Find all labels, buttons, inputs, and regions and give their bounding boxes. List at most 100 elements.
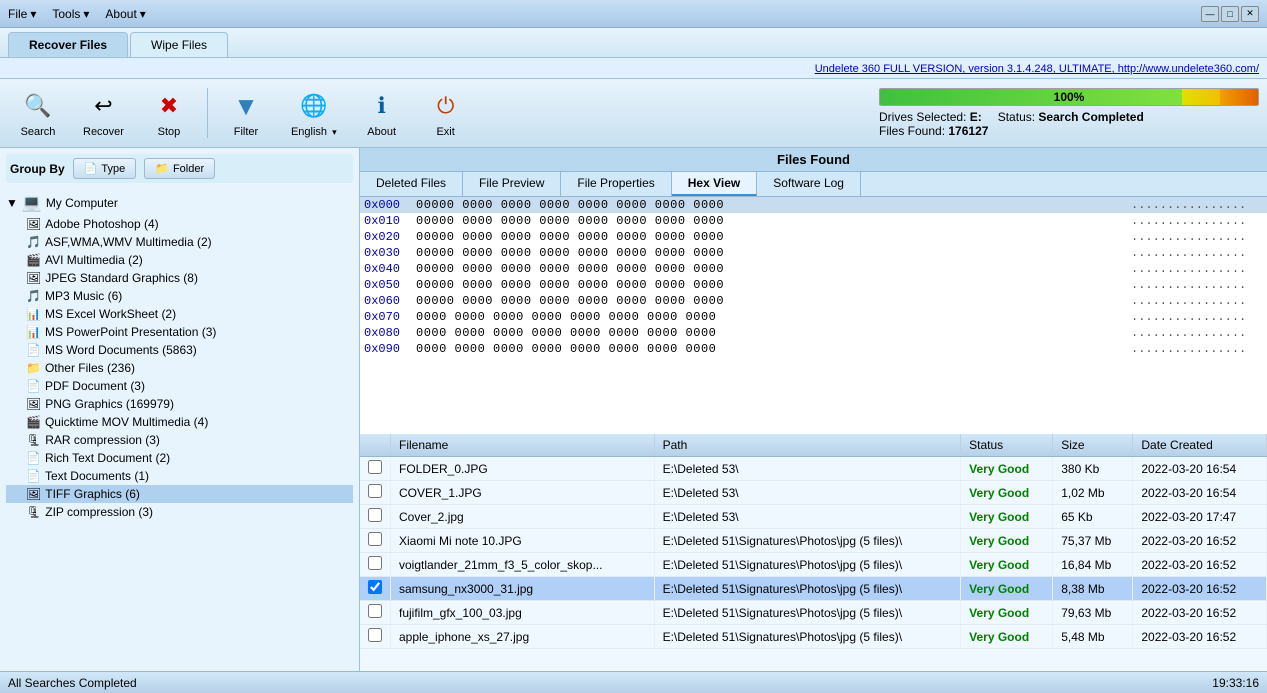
col-status[interactable]: Status [961,434,1053,457]
sidebar-item-16[interactable]: 🗜ZIP compression (3) [6,503,353,521]
tree-item-icon: 📄 [26,451,41,465]
minimize-button[interactable]: — [1201,6,1219,22]
cell-checkbox[interactable] [360,577,391,601]
sidebar-item-14[interactable]: 📄Text Documents (1) [6,467,353,485]
col-filename[interactable]: Filename [391,434,655,457]
cell-checkbox[interactable] [360,625,391,649]
tab-file-preview[interactable]: File Preview [463,172,561,196]
tree-item-icon: 🖼 [26,487,41,501]
tab-wipe-files[interactable]: Wipe Files [130,32,228,57]
stop-label: Stop [158,126,181,138]
view-tabs: Deleted Files File Preview File Properti… [360,172,1267,197]
cell-size: 79,63 Mb [1053,601,1133,625]
recover-icon: ↩ [85,88,121,124]
sidebar-item-8[interactable]: 📁Other Files (236) [6,359,353,377]
tab-hex-view[interactable]: Hex View [672,172,757,196]
hex-row-4[interactable]: 0x04000000 0000 0000 0000 0000 0000 0000… [360,261,1267,277]
sidebar-item-13[interactable]: 📄Rich Text Document (2) [6,449,353,467]
cell-checkbox[interactable] [360,505,391,529]
table-row-6[interactable]: fujifilm_gfx_100_03.jpg E:\Deleted 51\Si… [360,601,1267,625]
hex-addr: 0x090 [364,342,416,356]
hex-row-8[interactable]: 0x0800000 0000 0000 0000 0000 0000 0000 … [360,325,1267,341]
tree-item-label: Text Documents (1) [45,469,149,483]
cell-checkbox[interactable] [360,457,391,481]
sidebar-item-3[interactable]: 🖼JPEG Standard Graphics (8) [6,269,353,287]
group-by-folder-button[interactable]: 📁 Folder [144,158,215,179]
sidebar-item-0[interactable]: 🖼Adobe Photoshop (4) [6,215,353,233]
menu-file[interactable]: File ▾ [8,7,36,21]
table-row-3[interactable]: Xiaomi Mi note 10.JPG E:\Deleted 51\Sign… [360,529,1267,553]
sidebar-item-11[interactable]: 🎬Quicktime MOV Multimedia (4) [6,413,353,431]
sidebar-item-9[interactable]: 📄PDF Document (3) [6,377,353,395]
tree-item-label: Adobe Photoshop (4) [45,217,158,231]
sidebar-item-10[interactable]: 🖼PNG Graphics (169979) [6,395,353,413]
sidebar-item-1[interactable]: 🎵ASF,WMA,WMV Multimedia (2) [6,233,353,251]
tab-deleted-files[interactable]: Deleted Files [360,172,463,196]
hex-row-3[interactable]: 0x03000000 0000 0000 0000 0000 0000 0000… [360,245,1267,261]
window-controls: — □ ✕ [1201,6,1259,22]
tab-software-log[interactable]: Software Log [757,172,861,196]
hex-row-2[interactable]: 0x02000000 0000 0000 0000 0000 0000 0000… [360,229,1267,245]
cell-checkbox[interactable] [360,529,391,553]
sidebar-item-4[interactable]: 🎵MP3 Music (6) [6,287,353,305]
hex-row-0[interactable]: 0x00000000 0000 0000 0000 0000 0000 0000… [360,197,1267,213]
sidebar-item-12[interactable]: 🗜RAR compression (3) [6,431,353,449]
hex-addr: 0x080 [364,326,416,340]
cell-date: 2022-03-20 16:52 [1133,553,1267,577]
table-row-1[interactable]: COVER_1.JPG E:\Deleted 53\ Very Good 1,0… [360,481,1267,505]
hex-row-9[interactable]: 0x0900000 0000 0000 0000 0000 0000 0000 … [360,341,1267,357]
exit-button[interactable]: ⏻ Exit [416,83,476,143]
table-row-5[interactable]: samsung_nx3000_31.jpg E:\Deleted 51\Sign… [360,577,1267,601]
stop-button[interactable]: ✖ Stop [139,83,199,143]
maximize-button[interactable]: □ [1221,6,1239,22]
hex-addr: 0x060 [364,294,416,308]
tree-item-icon: 🎬 [26,415,41,429]
status-panel: 100% Drives Selected: E: Status: Search … [879,88,1259,138]
search-button[interactable]: 🔍 Search [8,83,68,143]
cell-date: 2022-03-20 16:52 [1133,601,1267,625]
menu-about[interactable]: About ▾ [105,7,145,21]
sidebar-item-15[interactable]: 🖼TIFF Graphics (6) [6,485,353,503]
group-by-type-button[interactable]: 📄 Type [73,158,137,179]
table-row-2[interactable]: Cover_2.jpg E:\Deleted 53\ Very Good 65 … [360,505,1267,529]
cell-checkbox[interactable] [360,481,391,505]
sidebar-item-7[interactable]: 📄MS Word Documents (5863) [6,341,353,359]
about-button[interactable]: ℹ About [352,83,412,143]
tab-recover-files[interactable]: Recover Files [8,32,128,57]
tree-item-icon: 🎵 [26,289,41,303]
tree-item-label: RAR compression (3) [45,433,160,447]
table-row-7[interactable]: apple_iphone_xs_27.jpg E:\Deleted 51\Sig… [360,625,1267,649]
col-date[interactable]: Date Created [1133,434,1267,457]
app-link[interactable]: Undelete 360 FULL VERSION, version 3.1.4… [815,63,1259,75]
language-button[interactable]: 🌐 English ▾ [280,83,348,143]
menu-tools[interactable]: Tools ▾ [52,7,89,21]
filter-button[interactable]: ▼ Filter [216,83,276,143]
col-size[interactable]: Size [1053,434,1133,457]
cell-checkbox[interactable] [360,601,391,625]
hex-row-5[interactable]: 0x05000000 0000 0000 0000 0000 0000 0000… [360,277,1267,293]
stop-icon: ✖ [151,88,187,124]
recover-button[interactable]: ↩ Recover [72,83,135,143]
tree-item-label: ZIP compression (3) [45,505,153,519]
hex-row-1[interactable]: 0x01000000 0000 0000 0000 0000 0000 0000… [360,213,1267,229]
cell-path: E:\Deleted 51\Signatures\Photos\jpg (5 f… [654,625,961,649]
cell-path: E:\Deleted 51\Signatures\Photos\jpg (5 f… [654,529,961,553]
hex-view[interactable]: 0x00000000 0000 0000 0000 0000 0000 0000… [360,197,1267,434]
cell-filename: Xiaomi Mi note 10.JPG [391,529,655,553]
sidebar-item-2[interactable]: 🎬AVI Multimedia (2) [6,251,353,269]
table-row-4[interactable]: voigtlander_21mm_f3_5_color_skop... E:\D… [360,553,1267,577]
sidebar-item-5[interactable]: 📊MS Excel WorkSheet (2) [6,305,353,323]
close-button[interactable]: ✕ [1241,6,1259,22]
language-icon: 🌐 [296,88,332,124]
tree-root-my-computer[interactable]: ▼ 💻 My Computer [6,191,353,215]
statusbar-time: 19:33:16 [1212,676,1259,690]
col-path[interactable]: Path [654,434,961,457]
hex-addr: 0x020 [364,230,416,244]
table-row-0[interactable]: FOLDER_0.JPG E:\Deleted 53\ Very Good 38… [360,457,1267,481]
col-checkbox [360,434,391,457]
hex-row-7[interactable]: 0x0700000 0000 0000 0000 0000 0000 0000 … [360,309,1267,325]
hex-row-6[interactable]: 0x06000000 0000 0000 0000 0000 0000 0000… [360,293,1267,309]
cell-checkbox[interactable] [360,553,391,577]
tab-file-properties[interactable]: File Properties [561,172,671,196]
sidebar-item-6[interactable]: 📊MS PowerPoint Presentation (3) [6,323,353,341]
